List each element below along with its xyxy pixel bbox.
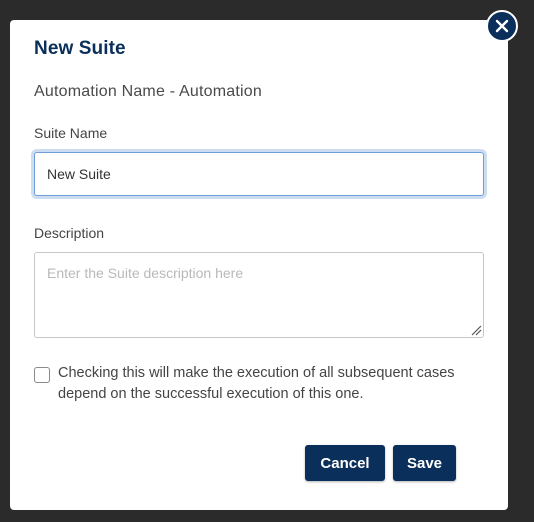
dependency-checkbox[interactable] (34, 367, 50, 383)
suite-name-input[interactable] (34, 152, 484, 196)
cancel-button[interactable]: Cancel (305, 445, 385, 481)
save-button[interactable]: Save (393, 445, 456, 481)
resize-grip-icon[interactable] (470, 324, 482, 336)
modal-backdrop: New Suite Automation Name - Automation S… (0, 0, 534, 522)
dialog-subtitle: Automation Name - Automation (34, 83, 262, 100)
description-label: Description (34, 225, 105, 241)
close-icon (495, 19, 509, 33)
dialog-title: New Suite (34, 38, 126, 59)
close-button[interactable] (486, 10, 518, 42)
dependency-checkbox-label: Checking this will make the execution of… (58, 365, 455, 402)
new-suite-dialog: New Suite Automation Name - Automation S… (10, 20, 508, 510)
description-textarea[interactable] (34, 252, 484, 338)
suite-name-label: Suite Name (34, 125, 108, 141)
